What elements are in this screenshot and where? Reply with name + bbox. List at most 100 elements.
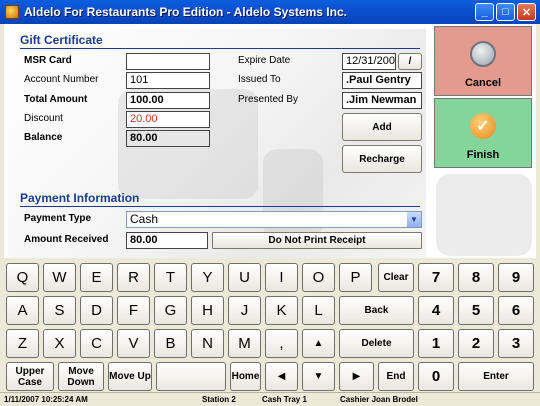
- issued-to-field[interactable]: .Paul Gentry: [342, 72, 422, 89]
- move-up-key[interactable]: Move Up: [108, 362, 152, 391]
- home-key[interactable]: Home: [230, 362, 261, 391]
- key-b[interactable]: B: [154, 329, 187, 358]
- key-0[interactable]: 0: [418, 362, 454, 391]
- status-station: Station 2: [202, 395, 236, 404]
- watermark-device: [436, 174, 532, 256]
- space-key[interactable]: [156, 362, 226, 391]
- key-q[interactable]: Q: [6, 263, 39, 292]
- delete-key[interactable]: Delete: [339, 329, 414, 358]
- payment-type-label: Payment Type: [24, 213, 92, 224]
- key-comma[interactable]: ,: [265, 329, 298, 358]
- key-n[interactable]: N: [191, 329, 224, 358]
- key-v[interactable]: V: [117, 329, 150, 358]
- total-amount-label: Total Amount: [24, 94, 88, 105]
- presented-by-label: Presented By: [238, 94, 299, 105]
- key-4[interactable]: 4: [418, 296, 454, 325]
- presented-by-field[interactable]: .Jim Newman: [342, 92, 422, 109]
- key-2[interactable]: 2: [458, 329, 494, 358]
- cancel-button[interactable]: Cancel: [434, 26, 532, 96]
- enter-key[interactable]: Enter: [458, 362, 534, 391]
- close-button[interactable]: ✕: [517, 3, 536, 21]
- key-1[interactable]: 1: [418, 329, 454, 358]
- key-k[interactable]: K: [265, 296, 298, 325]
- recharge-button[interactable]: Recharge: [342, 145, 422, 173]
- gift-section-title: Gift Certificate: [20, 33, 103, 47]
- left-arrow-icon: ◀: [277, 371, 286, 382]
- key-h[interactable]: H: [191, 296, 224, 325]
- key-m[interactable]: M: [228, 329, 261, 358]
- key-a[interactable]: A: [6, 296, 39, 325]
- app-icon: [5, 5, 19, 19]
- right-arrow-key[interactable]: ▶: [339, 362, 374, 391]
- amount-received-label: Amount Received: [24, 234, 109, 245]
- key-g[interactable]: G: [154, 296, 187, 325]
- key-x[interactable]: X: [43, 329, 76, 358]
- account-number-field[interactable]: 101: [126, 72, 210, 89]
- key-r[interactable]: R: [117, 263, 150, 292]
- expire-date-picker-button[interactable]: /: [398, 53, 422, 70]
- window-title: Aldelo For Restaurants Pro Edition - Ald…: [24, 5, 347, 19]
- back-key[interactable]: Back: [339, 296, 414, 325]
- down-arrow-key[interactable]: ▼: [302, 362, 335, 391]
- key-9[interactable]: 9: [498, 263, 534, 292]
- finish-button[interactable]: ✓ Finish: [434, 98, 532, 168]
- status-cash-tray: Cash Tray 1: [262, 395, 307, 404]
- clear-key[interactable]: Clear: [378, 263, 414, 292]
- key-j[interactable]: J: [228, 296, 261, 325]
- minimize-button[interactable]: _: [475, 3, 494, 21]
- amount-received-field[interactable]: 80.00: [126, 232, 208, 249]
- key-5[interactable]: 5: [458, 296, 494, 325]
- key-8[interactable]: 8: [458, 263, 494, 292]
- expire-date-field[interactable]: 12/31/2009: [342, 53, 396, 70]
- left-arrow-key[interactable]: ◀: [265, 362, 298, 391]
- key-f[interactable]: F: [117, 296, 150, 325]
- key-7[interactable]: 7: [418, 263, 454, 292]
- checkmark-icon: ✓: [470, 113, 496, 139]
- key-l[interactable]: L: [302, 296, 335, 325]
- on-screen-keyboard: Q W E R T Y U I O P Clear 7 8 9 A S D F …: [0, 258, 540, 392]
- cancel-icon: [470, 41, 496, 67]
- key-z[interactable]: Z: [6, 329, 39, 358]
- key-c[interactable]: C: [80, 329, 113, 358]
- total-amount-field[interactable]: 100.00: [126, 92, 210, 109]
- cancel-label: Cancel: [464, 77, 502, 89]
- payment-section-divider: [20, 206, 420, 207]
- main-area: Gift Certificate MSR Card Account Number…: [4, 24, 536, 281]
- payment-type-select[interactable]: Cash ▼: [126, 211, 422, 228]
- form-panel: Gift Certificate MSR Card Account Number…: [8, 29, 426, 281]
- key-w[interactable]: W: [43, 263, 76, 292]
- key-y[interactable]: Y: [191, 263, 224, 292]
- do-not-print-receipt-button[interactable]: Do Not Print Receipt: [212, 232, 422, 249]
- payment-type-value: Cash: [130, 212, 159, 226]
- status-cashier: Cashier Joan Brodel: [340, 395, 418, 404]
- move-down-key[interactable]: Move Down: [58, 362, 104, 391]
- chevron-down-icon[interactable]: ▼: [407, 212, 421, 227]
- up-arrow-key[interactable]: ▲: [302, 329, 335, 358]
- finish-label: Finish: [466, 149, 500, 161]
- end-key[interactable]: End: [378, 362, 414, 391]
- key-p[interactable]: P: [339, 263, 372, 292]
- key-e[interactable]: E: [80, 263, 113, 292]
- key-3[interactable]: 3: [498, 329, 534, 358]
- down-arrow-icon: ▼: [313, 371, 324, 382]
- account-number-label: Account Number: [24, 74, 99, 85]
- discount-field[interactable]: 20.00: [126, 111, 210, 128]
- upper-case-key[interactable]: Upper Case: [6, 362, 54, 391]
- status-datetime: 1/11/2007 10:25:24 AM: [4, 395, 88, 404]
- discount-label: Discount: [24, 113, 63, 124]
- key-i[interactable]: I: [265, 263, 298, 292]
- key-6[interactable]: 6: [498, 296, 534, 325]
- expire-date-label: Expire Date: [238, 55, 291, 66]
- key-u[interactable]: U: [228, 263, 261, 292]
- key-o[interactable]: O: [302, 263, 335, 292]
- key-d[interactable]: D: [80, 296, 113, 325]
- msr-card-field[interactable]: [126, 53, 210, 70]
- key-s[interactable]: S: [43, 296, 76, 325]
- title-bar[interactable]: Aldelo For Restaurants Pro Edition - Ald…: [0, 0, 540, 24]
- add-button[interactable]: Add: [342, 113, 422, 141]
- key-t[interactable]: T: [154, 263, 187, 292]
- maximize-button[interactable]: □: [496, 3, 515, 21]
- status-bar: 1/11/2007 10:25:24 AM Station 2 Cash Tra…: [0, 392, 540, 406]
- payment-section-title: Payment Information: [20, 191, 140, 205]
- msr-card-label: MSR Card: [24, 55, 72, 66]
